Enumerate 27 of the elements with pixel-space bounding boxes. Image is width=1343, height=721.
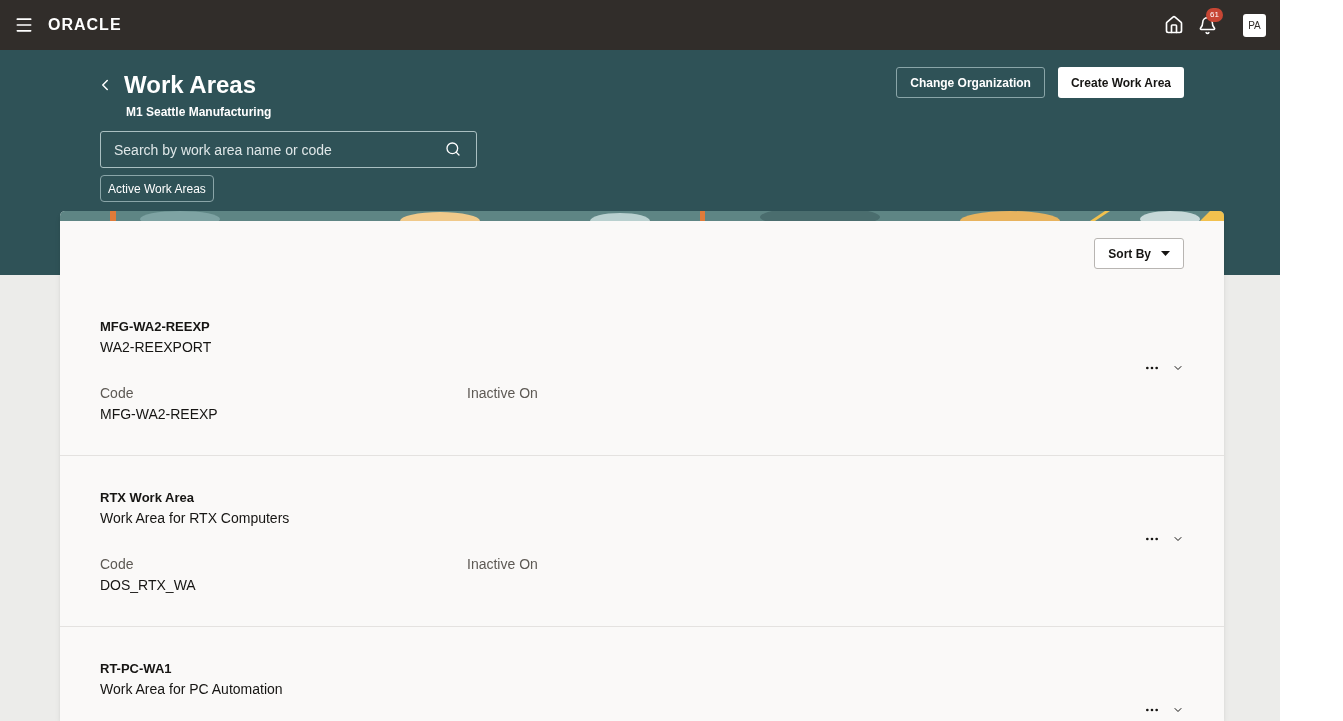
work-area-name: RT-PC-WA1	[100, 660, 173, 678]
work-area-name: RTX Work Area	[100, 489, 195, 507]
search-field[interactable]: Search by work area name or code	[100, 131, 477, 168]
field-value: DOS_RTX_WA	[100, 575, 197, 595]
field-label: Inactive On	[467, 383, 539, 403]
notification-icon[interactable]	[1198, 15, 1217, 35]
filter-chip[interactable]: Active Work Areas	[100, 175, 214, 202]
menu-icon[interactable]	[14, 15, 34, 35]
home-icon[interactable]	[1164, 15, 1184, 35]
user-avatar[interactable]: PA	[1243, 13, 1266, 37]
work-area-description: WA2-REEXPORT	[100, 337, 213, 357]
sort-by-button[interactable]: Sort By	[1094, 238, 1184, 269]
change-organization-button[interactable]: Change Organization	[896, 67, 1045, 98]
work-area-description: Work Area for RTX Computers	[100, 508, 291, 528]
work-area-description: Work Area for PC Automation	[100, 679, 284, 699]
create-button[interactable]: Create Work Area	[1057, 67, 1184, 98]
search-icon[interactable]	[445, 141, 461, 157]
field-label: Code	[100, 383, 135, 403]
notification-count: 61	[1206, 7, 1223, 22]
page-subtitle: M1 Seattle Manufacturing	[126, 104, 272, 121]
caret-icon	[1161, 251, 1170, 256]
page-title: Work Areas	[124, 70, 257, 100]
field-value: MFG-WA2-REEXP	[100, 404, 219, 424]
brand-logo[interactable]: ORACLE	[48, 13, 122, 37]
field-label: Code	[100, 554, 135, 574]
work-area-name: MFG-WA2-REEXP	[100, 318, 211, 336]
field-label: Inactive On	[467, 554, 539, 574]
